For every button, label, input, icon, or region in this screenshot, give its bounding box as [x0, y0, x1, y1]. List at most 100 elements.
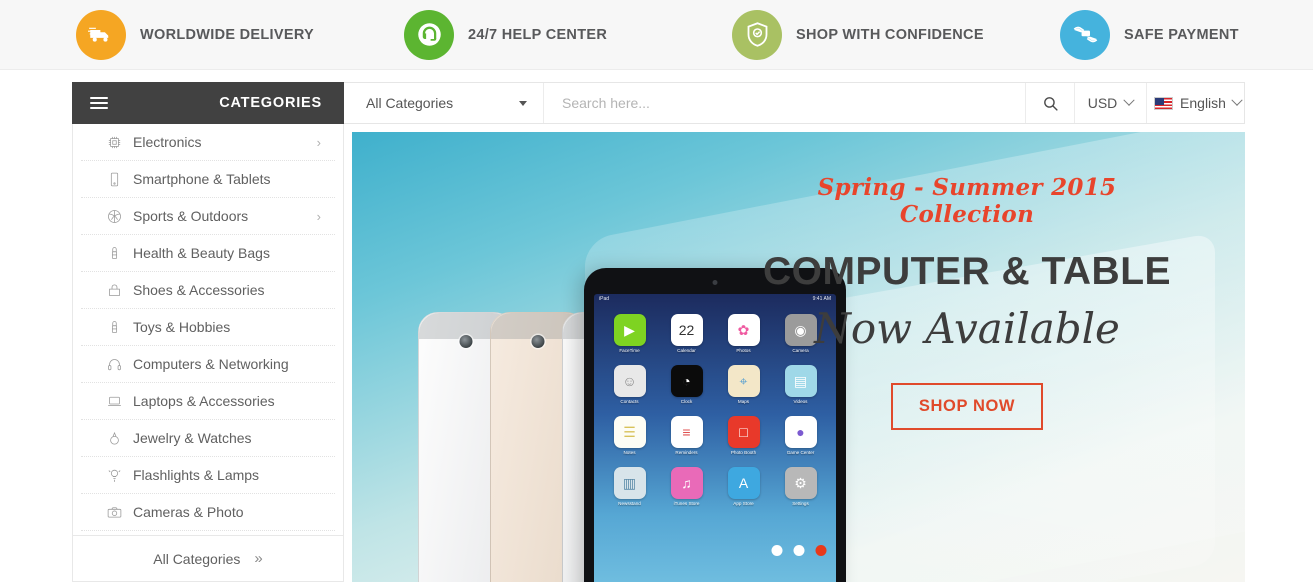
sidebar-item-smartphone-tablets[interactable]: Smartphone & Tablets [81, 161, 335, 198]
app-icon: ⌖ [727, 365, 760, 397]
basketball-icon [103, 208, 125, 225]
sidebar-item-computers-networking[interactable]: Computers & Networking [81, 346, 335, 383]
app-icon: ⚙ [784, 467, 817, 499]
ring-icon [103, 430, 125, 447]
lipstick-icon [103, 245, 125, 262]
sidebar-item-label: Toys & Hobbies [133, 319, 231, 335]
app-icon: ◔ [670, 365, 703, 397]
tablet-app-itunes-store: ♫ iTunes Store [663, 467, 710, 506]
us-flag-icon [1154, 96, 1174, 110]
currency-value: USD [1087, 95, 1118, 111]
sidebar-item-health-beauty-bags[interactable]: Health & Beauty Bags [81, 235, 335, 272]
app-icon: ☰ [613, 416, 646, 448]
service-item-worldwide-delivery: WORLDWIDE DELIVERY [0, 9, 328, 60]
lamp-icon [103, 467, 125, 484]
app-label: App Store [733, 501, 754, 506]
sidebar-item-label: Cameras & Photo [133, 504, 244, 520]
hero-text-block: Spring - Summer 2015 Collection COMPUTER… [757, 174, 1177, 430]
app-label: Calendar [677, 348, 696, 353]
chevron-right-icon: › [316, 208, 321, 224]
app-icon: ✿ [727, 314, 760, 346]
app-label: Newsstand [618, 501, 641, 506]
sidebar-item-label: Flashlights & Lamps [133, 467, 260, 483]
app-icon: ☺ [613, 365, 646, 397]
sidebar-item-shoes-accessories[interactable]: Shoes & Accessories [81, 272, 335, 309]
app-label: Game Center [786, 450, 815, 455]
sidebar-item-cameras-photo[interactable]: Cameras & Photo [81, 494, 335, 531]
categories-sidebar: Electronics › Smartphone & Tablets Sport… [72, 124, 344, 582]
sidebar-item-laptops-accessories[interactable]: Laptops & Accessories [81, 383, 335, 420]
sidebar-item-jewelry-watches[interactable]: Jewelry & Watches [81, 420, 335, 457]
sidebar-item-label: Sports & Outdoors [133, 208, 249, 224]
sidebar-item-electronics[interactable]: Electronics › [81, 124, 335, 161]
shop-now-button[interactable]: SHOP NOW [890, 383, 1044, 430]
app-label: Reminders [675, 450, 698, 455]
tablet-app-clock: ◔ Clock [663, 365, 710, 404]
app-label: Maps [737, 399, 750, 404]
chevron-right-icon: › [316, 134, 321, 150]
service-label: SHOP WITH CONFIDENCE [796, 26, 984, 43]
chevron-down-icon [1123, 94, 1135, 106]
categories-header[interactable]: CATEGORIES [72, 82, 344, 124]
search-icon [1043, 96, 1058, 111]
sidebar-item-sports-outdoors[interactable]: Sports & Outdoors › [81, 198, 335, 235]
all-categories-label: All Categories [153, 550, 241, 567]
app-label: iTunes Store [673, 501, 700, 506]
sidebar-item-toys-hobbies[interactable]: Toys & Hobbies [81, 309, 335, 346]
service-benefits-bar: WORLDWIDE DELIVERY 24/7 HELP CENTER SHOP… [0, 0, 1313, 70]
camera-icon [103, 504, 125, 521]
headset-icon [404, 9, 454, 60]
language-selector[interactable]: English [1146, 83, 1244, 123]
truck-icon [76, 9, 126, 60]
app-icon: □ [727, 416, 760, 448]
tablet-app-settings: ⚙ Settings [777, 467, 824, 506]
service-item-safe-payment: SAFE PAYMENT [984, 9, 1312, 60]
app-label: Photos [736, 348, 751, 353]
search-category-select[interactable]: All Categories [344, 83, 544, 123]
carousel-dot-1[interactable] [771, 545, 782, 556]
chip-icon [103, 134, 125, 151]
laptop-icon [103, 393, 125, 410]
currency-selector[interactable]: USD [1074, 83, 1146, 123]
app-icon: ♫ [670, 467, 703, 499]
app-label: Notes [623, 450, 636, 455]
search-input[interactable] [544, 83, 1025, 123]
app-icon: ▥ [613, 467, 646, 499]
service-label: SAFE PAYMENT [1124, 26, 1239, 43]
money-hands-icon [1060, 9, 1110, 60]
app-icon: ≡ [670, 416, 703, 448]
tablet-app-contacts: ☺ Contacts [606, 365, 653, 404]
chevron-down-icon [1231, 94, 1243, 106]
front-camera-icon [712, 280, 718, 285]
app-label: Settings [792, 501, 809, 506]
service-item-help-center: 24/7 HELP CENTER [328, 9, 656, 60]
app-label: Contacts [620, 399, 639, 404]
hero-eyebrow: Spring - Summer 2015 Collection [817, 174, 1117, 228]
hamburger-icon[interactable] [90, 97, 108, 109]
service-item-shop-confidence: SHOP WITH CONFIDENCE [656, 9, 984, 60]
all-categories-link[interactable]: All Categories » [73, 535, 343, 581]
sidebar-item-label: Jewelry & Watches [133, 430, 252, 446]
sidebar-item-label: Electronics [133, 134, 202, 150]
sidebar-item-flashlights-lamps[interactable]: Flashlights & Lamps [81, 457, 335, 494]
app-icon: A [727, 467, 760, 499]
carousel-dot-2[interactable] [793, 545, 804, 556]
search-category-value: All Categories [366, 95, 454, 111]
carousel-dot-3[interactable] [815, 545, 826, 556]
app-label: Photo Booth [730, 450, 757, 455]
tablet-app-app-store: A App Store [720, 467, 767, 506]
app-icon: ▶ [613, 314, 646, 346]
carousel-dots[interactable] [771, 545, 826, 556]
tablet-app-facetime: ▶ FaceTime [606, 314, 653, 353]
service-label: 24/7 HELP CENTER [468, 26, 608, 43]
status-left: iPad [599, 296, 610, 302]
tablet-app-newsstand: ▥ Newsstand [606, 467, 653, 506]
tablet-app-notes: ☰ Notes [606, 416, 653, 455]
hero-carousel[interactable]: iPad 9:41 AM ▶ FaceTime 22 Calendar ✿ Photos ◉… [352, 132, 1245, 582]
double-chevron-right-icon: » [254, 550, 263, 567]
hero-subtitle: Now Available [814, 304, 1120, 353]
shield-check-icon [732, 9, 782, 60]
search-button[interactable] [1025, 83, 1074, 123]
service-label: WORLDWIDE DELIVERY [140, 26, 315, 43]
sidebar-item-label: Computers & Networking [133, 356, 289, 372]
